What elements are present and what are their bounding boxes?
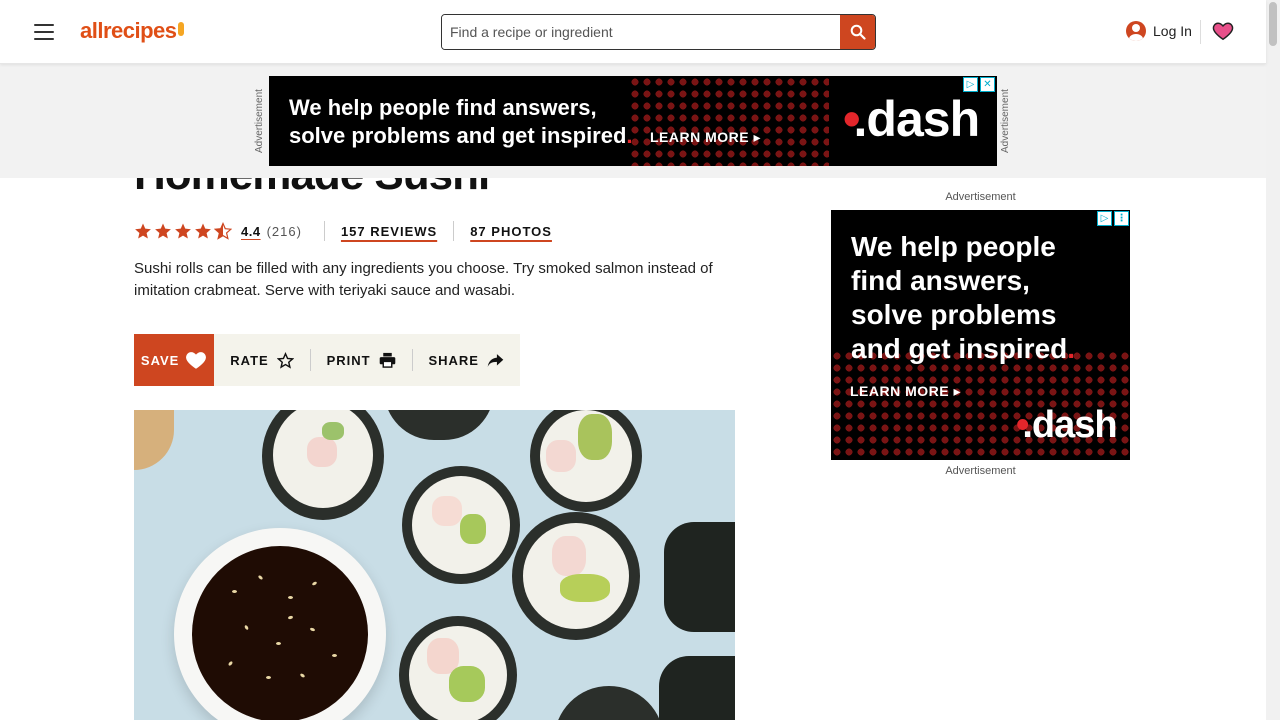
close-icon[interactable]: ✕: [980, 77, 995, 92]
rating-row: 4.4 (216) 157 REVIEWS 87 PHOTOS: [134, 220, 552, 242]
star-icon: [135, 223, 151, 239]
star-icon: [195, 223, 211, 239]
ad-options-icon[interactable]: ⋮: [1114, 211, 1129, 226]
adchoices-icon[interactable]: ▷: [1097, 211, 1112, 226]
divider: [453, 221, 455, 241]
sushi-roll-side: [659, 656, 735, 720]
site-header: allrecipes Log In: [0, 0, 1266, 64]
heart-icon[interactable]: [1212, 20, 1234, 42]
share-icon: [487, 353, 504, 367]
save-label: SAVE: [140, 352, 180, 368]
rating-value[interactable]: 4.4: [241, 224, 261, 239]
header-divider: [1200, 20, 1201, 44]
ad-label-right: Advertisement: [1000, 89, 1011, 154]
sidebar-ad-headline: We help people find answers, solve probl…: [851, 231, 1076, 364]
ad-headline: We help people find answers, solve probl…: [289, 95, 633, 148]
scroll-thumb[interactable]: [1269, 2, 1277, 46]
print-icon: [379, 352, 395, 368]
sidebar-ad-brand: •.dash: [1016, 404, 1118, 446]
page-scrollbar[interactable]: [1266, 0, 1280, 720]
sushi-roll-side: [664, 522, 735, 632]
print-label: PRINT: [326, 352, 371, 368]
soy-sauce-bowl: [174, 528, 386, 720]
account-icon: [1126, 21, 1146, 41]
adchoices-icon[interactable]: ▷: [963, 77, 978, 92]
ad-label-left: Advertisement: [254, 89, 265, 154]
ad-learn-more[interactable]: LEARN MORE ▸: [650, 129, 761, 146]
ad-brand: •.dash: [843, 91, 980, 147]
top-ad-band: Advertisement We help people find answer…: [0, 64, 1266, 178]
sidebar-ad[interactable]: We help people find answers, solve probl…: [831, 210, 1130, 460]
recipe-actions-bar: SAVE RATE PRINT SHARE: [134, 334, 520, 386]
menu-icon[interactable]: [34, 24, 54, 40]
ad-dots-pattern: [629, 76, 829, 166]
sidebar-ad-learn-more[interactable]: LEARN MORE ▸: [850, 383, 961, 400]
site-logo[interactable]: allrecipes: [80, 18, 184, 44]
save-button[interactable]: SAVE: [134, 334, 215, 386]
star-icon: [155, 223, 171, 239]
heart-icon: [186, 352, 207, 369]
sushi-roll: [262, 410, 384, 520]
share-button[interactable]: SHARE: [412, 348, 520, 372]
recipe-photo[interactable]: [134, 410, 735, 720]
recipe-description: Sushi rolls can be filled with any ingre…: [134, 260, 713, 299]
reviews-link[interactable]: 157 REVIEWS: [341, 224, 437, 239]
star-rating: [134, 222, 232, 240]
sushi-roll: [530, 410, 642, 512]
sushi-roll: [554, 686, 664, 720]
login-label: Log In: [1153, 23, 1192, 39]
star-half-icon: [214, 222, 232, 240]
login-link[interactable]: Log In: [1126, 21, 1192, 41]
star-icon: [175, 223, 191, 239]
share-label: SHARE: [428, 352, 479, 368]
ad-label-bottom: Advertisement: [945, 465, 1016, 477]
star-icon: [276, 351, 294, 369]
divider: [323, 221, 325, 241]
wooden-board: [134, 410, 174, 470]
search-button[interactable]: [840, 15, 875, 49]
top-ad-banner[interactable]: We help people find answers, solve probl…: [269, 76, 997, 166]
soy-sauce: [192, 546, 368, 720]
search-input[interactable]: [442, 15, 840, 49]
sushi-roll: [512, 512, 640, 640]
print-button[interactable]: PRINT: [311, 348, 412, 372]
sushi-roll: [399, 616, 517, 720]
sushi-roll: [402, 466, 520, 584]
photos-link[interactable]: 87 PHOTOS: [470, 224, 552, 239]
rating-count: (216): [266, 223, 302, 239]
rate-label: RATE: [230, 352, 269, 368]
sushi-roll: [384, 410, 494, 440]
search-bar: [441, 14, 876, 50]
rate-button[interactable]: RATE: [214, 348, 309, 372]
ad-label-top: Advertisement: [945, 191, 1016, 203]
search-icon: [850, 24, 866, 40]
